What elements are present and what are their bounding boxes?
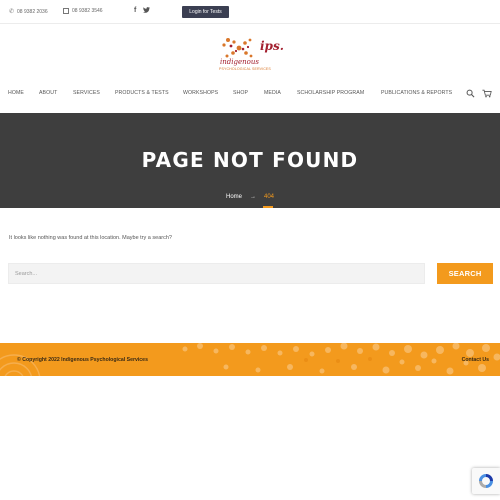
- recaptcha-badge[interactable]: [472, 468, 500, 494]
- nav-item-media[interactable]: MEDIA: [264, 90, 281, 96]
- breadcrumb-underline: [263, 206, 273, 208]
- fax-contact: 08 9382 3546: [63, 8, 103, 14]
- copyright-text: © Copyright 2022 Indigenous Psychologica…: [17, 357, 148, 363]
- facebook-icon[interactable]: f: [134, 7, 136, 15]
- twitter-icon[interactable]: [143, 7, 151, 15]
- page-hero: PAGE NOT FOUND Home → 404: [0, 113, 500, 208]
- page-title: PAGE NOT FOUND: [141, 148, 359, 172]
- nav-item-scholarship[interactable]: SCHOLARSHIP PROGRAM: [297, 90, 364, 96]
- nav-item-services[interactable]: SERVICES: [73, 90, 100, 96]
- top-bar: ✆ 08 9382 2036 08 9382 3546 f Login for …: [0, 0, 500, 24]
- fax-icon: [63, 8, 69, 14]
- not-found-message: It looks like nothing was found at this …: [9, 235, 172, 241]
- fax-number: 08 9382 3546: [72, 8, 103, 14]
- nav-item-about[interactable]: ABOUT: [39, 90, 57, 96]
- breadcrumb-current-label: 404: [264, 194, 275, 200]
- logo-name: indigenous: [220, 58, 259, 66]
- logo-mark-text: ips.: [260, 39, 284, 53]
- site-footer: © Copyright 2022 Indigenous Psychologica…: [0, 343, 500, 376]
- search-icon[interactable]: [466, 89, 475, 98]
- phone-number: 08 9382 2036: [17, 8, 48, 15]
- nav-item-products-tests[interactable]: PRODUCTS & TESTS: [115, 90, 169, 96]
- phone-contact[interactable]: ✆ 08 9382 2036: [9, 8, 48, 16]
- logo-subtitle: PSYCHOLOGICAL SERVICES: [219, 67, 271, 71]
- arrow-right-icon: →: [250, 194, 256, 200]
- main-nav: HOME ABOUT SERVICES PRODUCTS & TESTS WOR…: [0, 90, 500, 100]
- contact-us-link[interactable]: Contact Us: [462, 357, 489, 363]
- cart-icon[interactable]: [482, 89, 492, 98]
- nav-item-home[interactable]: HOME: [8, 90, 24, 96]
- breadcrumb-current: 404: [263, 194, 275, 208]
- site-logo[interactable]: ips. indigenous PSYCHOLOGICAL SERVICES: [218, 36, 284, 76]
- nav-item-shop[interactable]: SHOP: [233, 90, 248, 96]
- social-links: f: [134, 7, 151, 15]
- phone-icon: ✆: [9, 9, 15, 15]
- breadcrumb: Home → 404: [0, 194, 500, 208]
- nav-item-publications[interactable]: PUBLICATIONS & REPORTS: [381, 90, 452, 96]
- recaptcha-icon: [479, 474, 493, 488]
- breadcrumb-home[interactable]: Home: [226, 194, 242, 200]
- logo-mark-icon: [222, 38, 253, 58]
- login-button[interactable]: Login for Tests: [182, 6, 229, 18]
- search-input[interactable]: [8, 263, 425, 284]
- search-button[interactable]: SEARCH: [437, 263, 493, 284]
- nav-item-workshops[interactable]: WORKSHOPS: [183, 90, 218, 96]
